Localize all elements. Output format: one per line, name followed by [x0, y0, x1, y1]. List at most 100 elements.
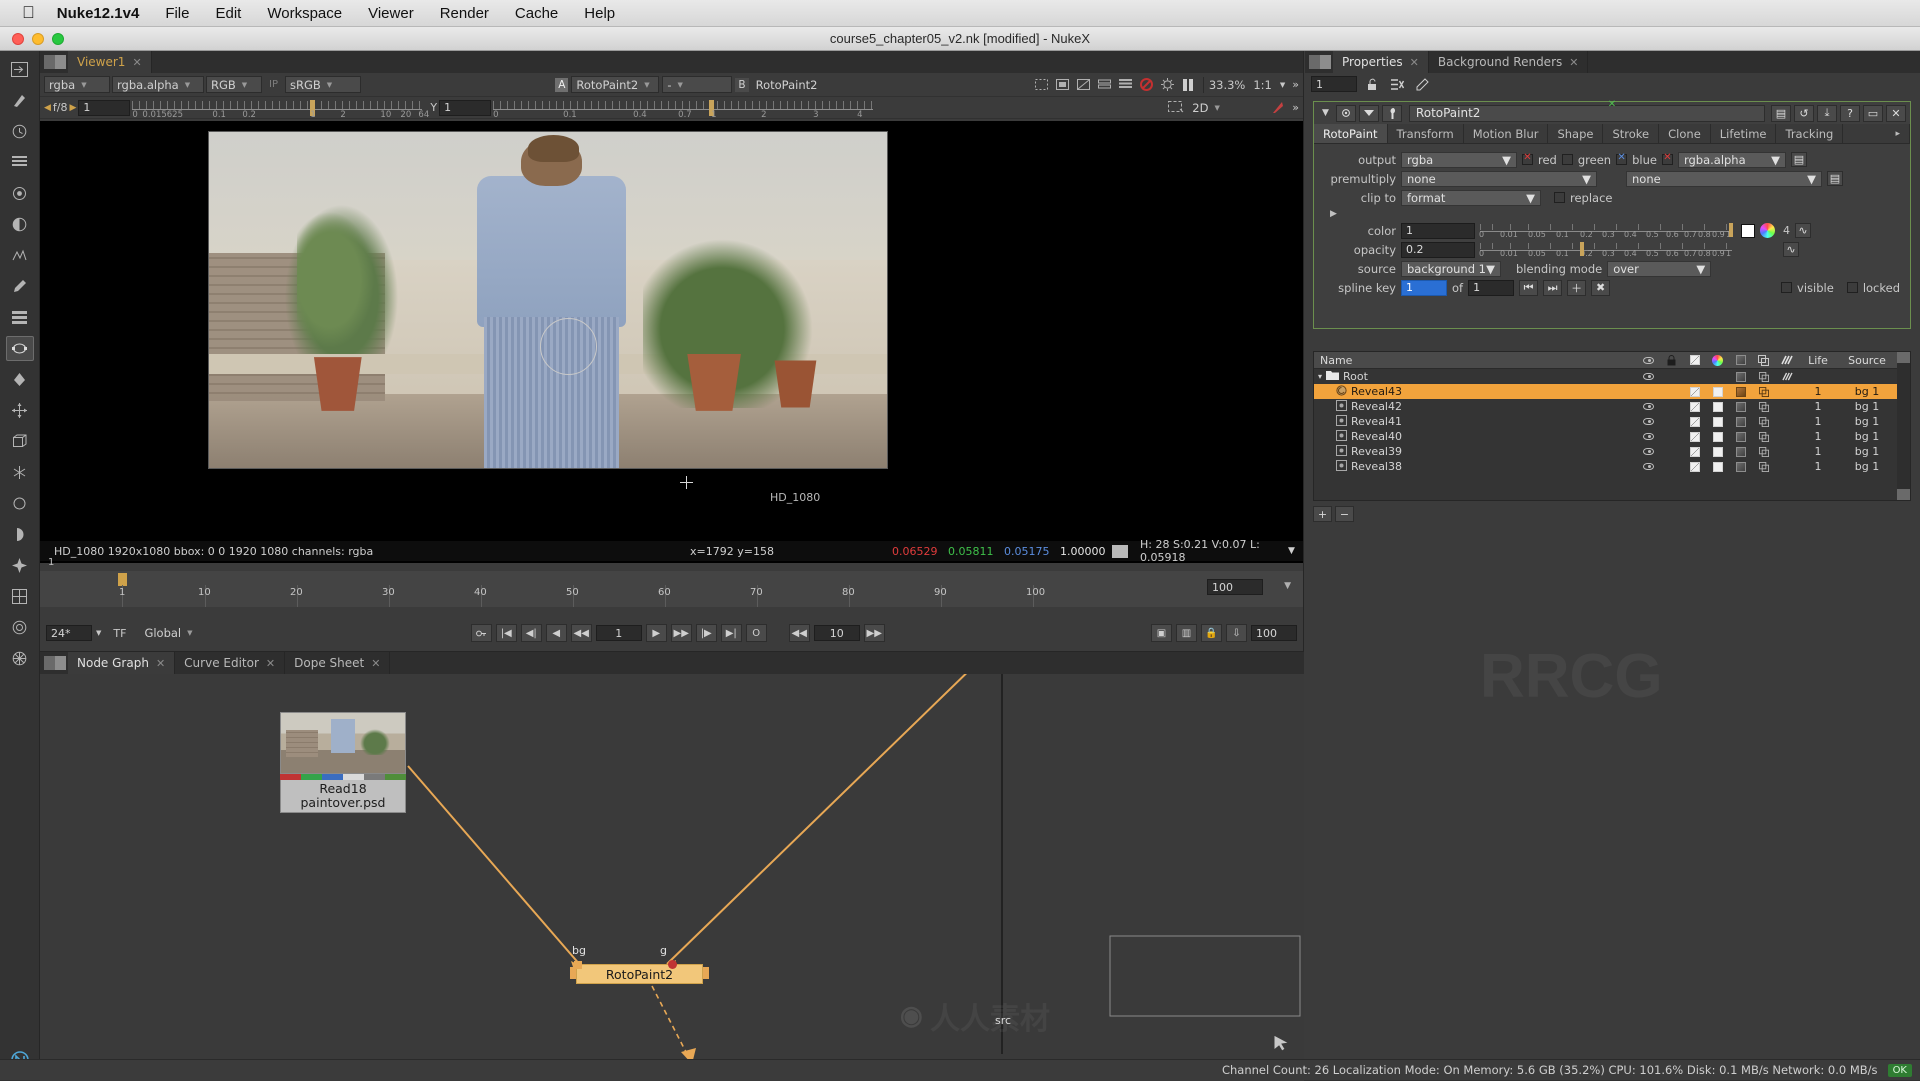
color-icon[interactable]: [6, 212, 34, 237]
input-a-dropdown[interactable]: RotoPaint2 ▼: [571, 76, 660, 93]
node-left-handle[interactable]: [570, 967, 576, 979]
layer-clone-icon[interactable]: [1752, 401, 1775, 412]
channels-dropdown[interactable]: rgba ▼: [44, 76, 110, 93]
proxy-ratio[interactable]: 1:1: [1253, 78, 1272, 92]
paintbrush-icon[interactable]: [6, 274, 34, 299]
layer-dropdown[interactable]: rgba.alpha ▼: [112, 76, 204, 93]
menu-item-cache[interactable]: Cache: [515, 5, 558, 22]
tab-motion-blur[interactable]: Motion Blur: [1463, 124, 1549, 143]
layer-invert-icon[interactable]: [1683, 386, 1706, 397]
expand-icon[interactable]: »: [1292, 78, 1299, 91]
expander-icon[interactable]: ▾: [1318, 372, 1322, 381]
gain-next-icon[interactable]: ▶: [70, 103, 77, 113]
tab-viewer1[interactable]: Viewer1 ✕: [68, 51, 152, 73]
metadata-icon[interactable]: [6, 553, 34, 578]
column-life[interactable]: Life: [1798, 354, 1838, 367]
lock-range-icon[interactable]: ▥: [1176, 624, 1197, 642]
zoom-level[interactable]: 33.3%: [1209, 78, 1246, 92]
close-icon[interactable]: ✕: [1569, 56, 1578, 69]
column-color-wheel-icon[interactable]: [1706, 354, 1729, 366]
spline-key-input[interactable]: 1: [1401, 279, 1447, 296]
column-eye-icon[interactable]: [1637, 356, 1660, 364]
last-frame-button[interactable]: ▶|: [720, 624, 742, 642]
loop-mode-button[interactable]: O: [745, 624, 767, 642]
apple-logo-icon[interactable]: : [22, 3, 35, 23]
viewer-canvas[interactable]: HD_1080: [40, 121, 1303, 601]
color-input[interactable]: 1: [1401, 222, 1475, 239]
add-key-icon[interactable]: ＋: [1567, 279, 1587, 296]
skip-back-button[interactable]: ◀◀: [788, 624, 810, 642]
layer-color-icon[interactable]: [1706, 401, 1729, 412]
scroll-up-arrow[interactable]: [1897, 352, 1910, 363]
panel-toggle-icon[interactable]: [6, 57, 34, 82]
gamma-input[interactable]: 1: [439, 99, 492, 116]
color-slider[interactable]: 0 0.01 0.05 0.1 0.2 0.3 0.4 0.5 0.6 0.7 0.8 0.…: [1479, 222, 1733, 239]
play-backward-button[interactable]: ◀◀: [570, 624, 592, 642]
cache-disable-icon[interactable]: [1137, 76, 1156, 94]
key-lock-icon[interactable]: 🔒: [1201, 624, 1222, 642]
pause-icon[interactable]: [1179, 76, 1198, 94]
input-b-dropdown[interactable]: RotoPaint2: [752, 76, 838, 93]
chevron-down-icon[interactable]: ▼: [96, 629, 101, 637]
timeline-ruler[interactable]: 1 10 20 30 40 50 60 70 80 90 100 100 ▼: [40, 571, 1303, 607]
layer-name-cell[interactable]: ▾ Root: [1314, 370, 1637, 383]
increment-input[interactable]: 10: [813, 625, 860, 641]
draw-icon[interactable]: [6, 181, 34, 206]
wipe-icon[interactable]: [1074, 76, 1093, 94]
blue-checkbox[interactable]: ✕: [1616, 152, 1628, 165]
roi-icon[interactable]: [1032, 76, 1051, 94]
column-motionblur-icon[interactable]: [1775, 355, 1798, 365]
tab-stroke[interactable]: Stroke: [1603, 124, 1660, 143]
viewer-tab-grip[interactable]: [44, 55, 66, 69]
layer-color-icon[interactable]: [1706, 431, 1729, 442]
clip-to-dropdown[interactable]: format ▼: [1401, 189, 1541, 206]
proxy-icon[interactable]: [1095, 76, 1114, 94]
menu-item-workspace[interactable]: Workspace: [267, 5, 342, 22]
menu-item-edit[interactable]: Edit: [215, 5, 241, 22]
close-icon[interactable]: ✕: [132, 56, 141, 69]
column-lock-icon[interactable]: [1660, 354, 1683, 366]
close-icon[interactable]: ✕: [1410, 56, 1419, 69]
output-dropdown[interactable]: rgba ▼: [1401, 151, 1517, 168]
layer-motionblur-icon[interactable]: [1775, 372, 1798, 381]
green-checkbox[interactable]: [1561, 154, 1573, 165]
input-port-mask[interactable]: [668, 960, 677, 969]
chevron-down-icon[interactable]: ▼: [1280, 81, 1285, 89]
tab-transform[interactable]: Transform: [1387, 124, 1464, 143]
tab-node-graph[interactable]: Node Graph ✕: [68, 652, 176, 674]
layer-eye-icon[interactable]: [1637, 433, 1660, 440]
display-dropdown[interactable]: RGB ▼: [206, 76, 262, 93]
add-layer-button[interactable]: +: [1313, 506, 1332, 522]
chevron-down-icon[interactable]: ▼: [1288, 546, 1295, 556]
node-graph-canvas[interactable]: Read18 paintover.psd bg g RotoPaint2 src…: [40, 674, 1304, 1081]
layer-eye-icon[interactable]: [1637, 403, 1660, 410]
tab-lifetime[interactable]: Lifetime: [1710, 124, 1777, 143]
opacity-slider[interactable]: 0 0.01 0.05 0.1 0.2 0.3 0.4 0.5 0.6 0.7 0.8 0.…: [1479, 241, 1732, 258]
geometry-icon[interactable]: [6, 429, 34, 454]
layer-invert-icon[interactable]: [1683, 416, 1706, 427]
close-icon[interactable]: ✕: [266, 657, 275, 670]
layer-eye-icon[interactable]: [1637, 448, 1660, 455]
3d-scene-icon[interactable]: [6, 460, 34, 485]
edit-pencil-icon[interactable]: [1413, 75, 1432, 93]
alpha-checkbox[interactable]: [1661, 152, 1673, 165]
layer-eye-icon[interactable]: [1637, 373, 1660, 380]
tab-rotopaint[interactable]: RotoPaint: [1314, 124, 1388, 143]
visible-checkbox[interactable]: [1781, 282, 1793, 293]
chevron-down-icon[interactable]: ▼: [1284, 581, 1291, 591]
next-keyframe-button[interactable]: |▶: [695, 624, 717, 642]
prev-key-icon[interactable]: ⏭: [1543, 279, 1563, 296]
table-row[interactable]: ▾ Root: [1314, 369, 1910, 384]
tabs-overflow-icon[interactable]: ▸: [1886, 124, 1910, 143]
layer-invert-icon[interactable]: [1683, 461, 1706, 472]
transform3d-icon[interactable]: [6, 398, 34, 423]
props-count-input[interactable]: 1: [1311, 76, 1357, 92]
table-row[interactable]: Reveal38 1 bg 1: [1314, 459, 1910, 474]
expand-icon[interactable]: »: [1292, 101, 1299, 114]
table-row[interactable]: Reveal41 1 bg 1: [1314, 414, 1910, 429]
transform-icon[interactable]: [6, 88, 34, 113]
node-right-handle[interactable]: [703, 967, 709, 979]
image-icon[interactable]: [6, 150, 34, 175]
filter-icon[interactable]: [6, 243, 34, 268]
first-key-icon[interactable]: ⏮: [1519, 279, 1539, 296]
